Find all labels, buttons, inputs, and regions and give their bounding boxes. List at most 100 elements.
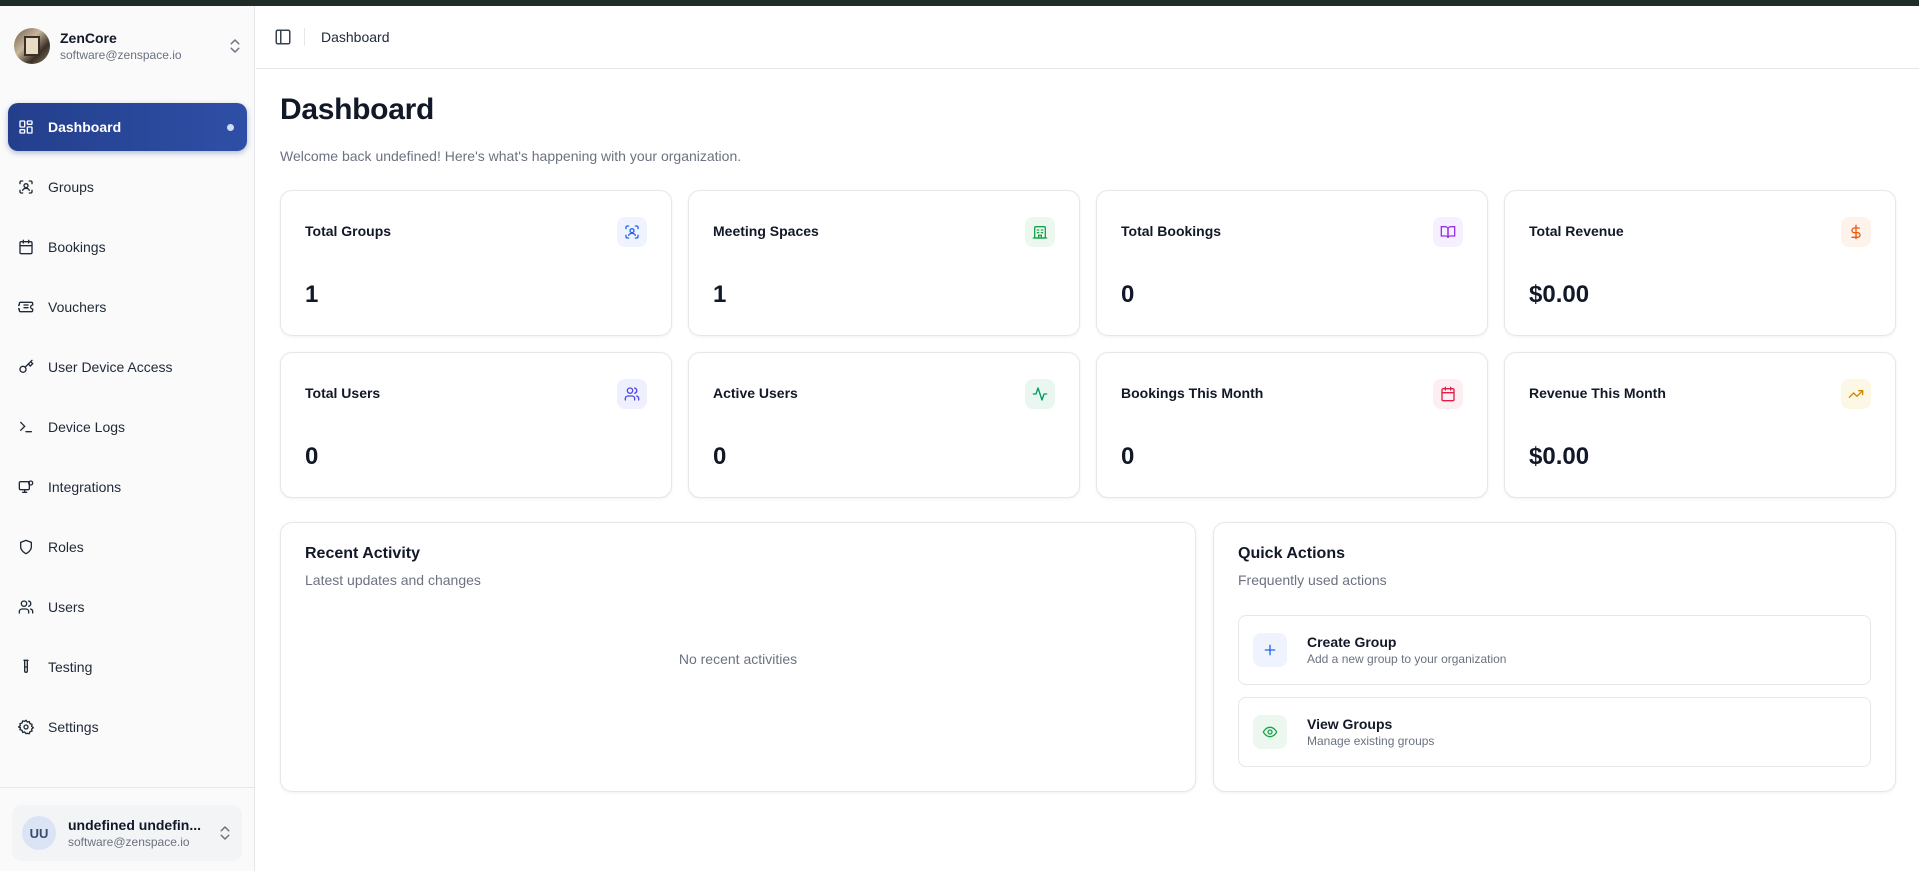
sidebar-item-roles[interactable]: Roles — [8, 523, 247, 571]
scan-icon — [617, 217, 647, 247]
org-switcher[interactable]: ZenCore software@zenspace.io — [14, 24, 244, 68]
shield-icon — [20, 539, 32, 555]
stat-value: $0.00 — [1529, 281, 1590, 308]
sidebar-item-label: Vouchers — [48, 299, 107, 315]
action-title: View Groups — [1307, 716, 1393, 732]
top-header: Dashboard — [256, 6, 1919, 69]
ticket-icon — [18, 301, 34, 313]
calendar-icon — [19, 239, 33, 255]
dashboard-icon — [19, 120, 33, 134]
user-menu[interactable]: UU undefined undefin... software@zenspac… — [12, 805, 242, 861]
action-title: Create Group — [1307, 634, 1397, 650]
create-group-button[interactable]: Create Group Add a new group to your org… — [1238, 615, 1871, 685]
stat-title: Total Bookings — [1121, 223, 1222, 239]
sidebar-item-vouchers[interactable]: Vouchers — [8, 283, 247, 331]
panel-subtitle: Latest updates and changes — [305, 572, 481, 588]
key-icon — [19, 359, 34, 373]
stat-value: 1 — [305, 281, 319, 308]
stat-card-active-users: Active Users 0 — [688, 352, 1080, 498]
sidebar-item-label: Bookings — [48, 239, 106, 255]
stat-card-total-revenue: Total Revenue $0.00 — [1504, 190, 1896, 336]
sidebar-toggle-icon[interactable] — [274, 28, 292, 46]
sidebar-item-integrations[interactable]: Integrations — [8, 463, 247, 511]
stat-value: 0 — [1121, 281, 1135, 308]
test-tube-icon — [23, 659, 29, 673]
eye-icon — [1253, 715, 1287, 749]
sidebar-nav: Dashboard Groups Bookings Vouchers User … — [8, 103, 247, 763]
sidebar-item-device-logs[interactable]: Device Logs — [8, 403, 247, 451]
sidebar-item-label: Integrations — [48, 479, 122, 495]
calendar-icon — [1433, 379, 1463, 409]
sidebar-item-settings[interactable]: Settings — [8, 703, 247, 751]
stat-card-bookings-this-month: Bookings This Month 0 — [1096, 352, 1488, 498]
page-title: Dashboard — [280, 93, 434, 126]
dollar-icon — [1841, 217, 1871, 247]
action-subtitle: Add a new group to your organization — [1307, 652, 1507, 666]
sidebar-item-dashboard[interactable]: Dashboard — [8, 103, 247, 151]
quick-actions-panel: Quick Actions Frequently used actions Cr… — [1213, 522, 1896, 792]
org-email: software@zenspace.io — [60, 48, 182, 62]
view-groups-button[interactable]: View Groups Manage existing groups — [1238, 697, 1871, 767]
users-icon — [18, 600, 34, 614]
panel-title: Recent Activity — [305, 545, 420, 562]
stat-title: Total Groups — [305, 223, 392, 239]
stat-title: Total Revenue — [1529, 223, 1624, 239]
monitor-icon — [18, 480, 34, 493]
stat-card-total-bookings: Total Bookings 0 — [1096, 190, 1488, 336]
avatar: UU — [22, 816, 56, 850]
page-subtitle: Welcome back undefined! Here's what's ha… — [280, 148, 742, 164]
sidebar-item-label: Users — [48, 599, 85, 615]
stat-value: 0 — [1121, 443, 1135, 470]
recent-activity-panel: Recent Activity Latest updates and chang… — [280, 522, 1196, 792]
sidebar-item-groups[interactable]: Groups — [8, 163, 247, 211]
stat-title: Active Users — [713, 385, 798, 401]
action-subtitle: Manage existing groups — [1307, 734, 1435, 748]
plus-icon — [1253, 633, 1287, 667]
sidebar: ZenCore software@zenspace.io Dashboard G… — [0, 6, 255, 871]
user-email: software@zenspace.io — [68, 835, 190, 849]
sidebar-item-label: User Device Access — [48, 359, 173, 375]
sidebar-item-label: Dashboard — [48, 119, 122, 135]
gear-icon — [18, 719, 34, 735]
groups-icon — [19, 180, 33, 194]
stat-value: 0 — [713, 443, 727, 470]
user-name: undefined undefin... — [68, 817, 201, 833]
panel-subtitle: Frequently used actions — [1238, 572, 1387, 588]
sidebar-item-user-device-access[interactable]: User Device Access — [8, 343, 247, 391]
stat-card-total-groups: Total Groups 1 — [280, 190, 672, 336]
stat-value: 0 — [305, 443, 319, 470]
chevrons-up-down-icon — [220, 826, 230, 840]
terminal-icon — [20, 421, 32, 433]
stat-title: Revenue This Month — [1529, 385, 1666, 401]
stat-title: Bookings This Month — [1121, 385, 1264, 401]
book-open-icon — [1433, 217, 1463, 247]
stat-card-total-users: Total Users 0 — [280, 352, 672, 498]
sidebar-item-label: Testing — [48, 659, 93, 675]
sidebar-item-bookings[interactable]: Bookings — [8, 223, 247, 271]
org-name: ZenCore — [60, 30, 117, 46]
sidebar-item-label: Settings — [48, 719, 99, 735]
stat-card-meeting-spaces: Meeting Spaces 1 — [688, 190, 1080, 336]
header-divider — [304, 28, 305, 46]
sidebar-item-testing[interactable]: Testing — [8, 643, 247, 691]
sidebar-item-users[interactable]: Users — [8, 583, 247, 631]
stat-value: $0.00 — [1529, 443, 1590, 470]
sidebar-item-label: Device Logs — [48, 419, 126, 435]
trending-up-icon — [1841, 379, 1871, 409]
sidebar-item-label: Groups — [48, 179, 94, 195]
active-indicator-dot — [227, 124, 234, 131]
sidebar-divider — [0, 787, 255, 788]
users-icon — [617, 379, 647, 409]
breadcrumb: Dashboard — [321, 29, 390, 45]
stat-title: Total Users — [305, 385, 381, 401]
empty-state-text: No recent activities — [678, 651, 798, 667]
stat-card-revenue-this-month: Revenue This Month $0.00 — [1504, 352, 1896, 498]
org-avatar — [14, 28, 50, 64]
activity-icon — [1025, 379, 1055, 409]
sidebar-item-label: Roles — [48, 539, 84, 555]
stat-value: 1 — [713, 281, 727, 308]
building-icon — [1025, 217, 1055, 247]
stat-title: Meeting Spaces — [713, 223, 819, 239]
panel-title: Quick Actions — [1238, 545, 1345, 562]
chevrons-up-down-icon — [230, 39, 240, 53]
